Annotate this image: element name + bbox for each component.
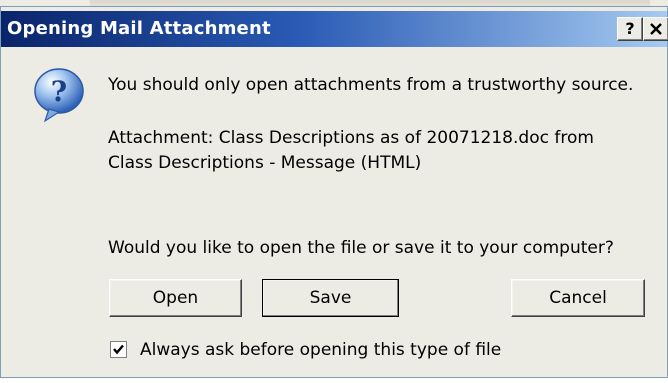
always-ask-label[interactable]: Always ask before opening this type of f… <box>140 340 501 360</box>
close-button[interactable] <box>643 17 668 41</box>
open-button[interactable]: Open <box>109 279 242 317</box>
dialog-title: Opening Mail Attachment <box>7 18 271 39</box>
open-or-save-question: Would you like to open the file or save … <box>108 238 614 258</box>
cancel-button[interactable]: Cancel <box>511 279 645 317</box>
always-ask-checkbox[interactable] <box>110 341 127 358</box>
help-button[interactable]: ? <box>617 17 643 41</box>
close-icon <box>650 23 662 35</box>
warning-message: You should only open attachments from a … <box>108 75 634 95</box>
attachment-info-line-1: Attachment: Class Descriptions as of 200… <box>108 128 594 148</box>
checkmark-icon <box>113 344 124 355</box>
title-bar[interactable]: Opening Mail Attachment ? <box>1 11 668 47</box>
question-icon: ? <box>34 68 84 123</box>
opening-mail-attachment-dialog: Opening Mail Attachment ? ? You should o… <box>0 6 668 378</box>
save-button[interactable]: Save <box>262 279 399 317</box>
svg-text:?: ? <box>51 75 67 108</box>
attachment-info-line-2: Class Descriptions - Message (HTML) <box>108 153 422 173</box>
